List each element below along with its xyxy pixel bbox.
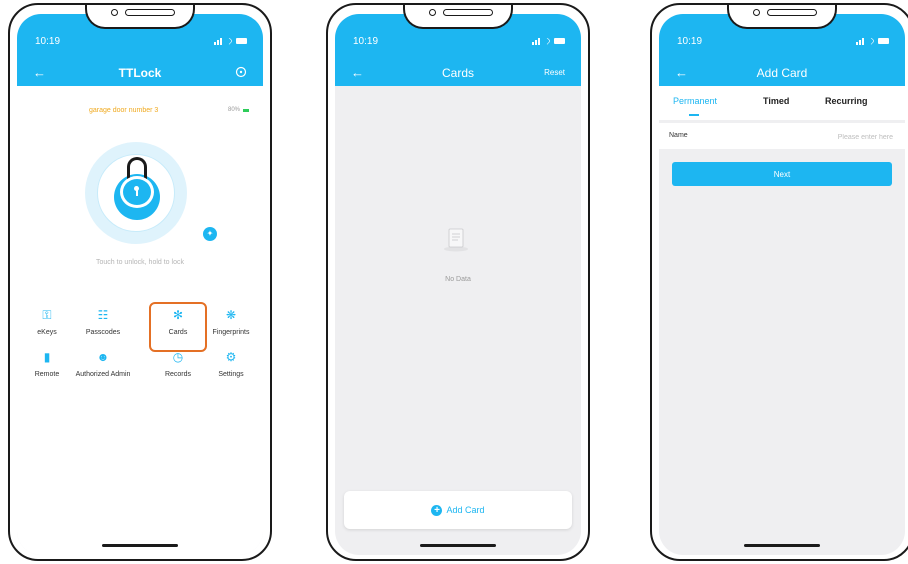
records-icon: ◷ bbox=[172, 350, 184, 364]
home-indicator[interactable] bbox=[420, 544, 496, 547]
screen: 10:19 ← Cards Reset No Data + Add Card bbox=[335, 14, 581, 555]
menu-item-remote[interactable]: ▮ Remote bbox=[19, 350, 75, 378]
battery-level-icon bbox=[243, 108, 249, 112]
fingerprint-icon: ❋ bbox=[225, 308, 237, 322]
tab-timed[interactable]: Timed bbox=[763, 96, 789, 106]
status-time: 10:19 bbox=[353, 36, 379, 47]
wifi-icon bbox=[867, 37, 875, 45]
battery-percent: 80% bbox=[227, 107, 240, 113]
phone-notch bbox=[727, 5, 837, 29]
wifi-icon bbox=[543, 37, 551, 45]
status-time: 10:19 bbox=[35, 36, 61, 47]
lock-battery: 80% bbox=[228, 107, 249, 113]
home-indicator[interactable] bbox=[102, 544, 178, 547]
phone-lock-home: 10:19 ← TTLock garage door number 3 80% … bbox=[8, 3, 272, 561]
key-icon: ⚿ bbox=[42, 308, 52, 322]
keypad-icon: ☷ bbox=[97, 308, 109, 322]
settings-icon: ⚙ bbox=[225, 350, 237, 364]
menu-item-records[interactable]: ◷ Records bbox=[150, 350, 206, 378]
page-title: Add Card bbox=[756, 66, 808, 80]
screen: 10:19 ← TTLock garage door number 3 80% … bbox=[17, 14, 263, 555]
phone-notch bbox=[403, 5, 513, 29]
menu-item-fingerprints[interactable]: ❋ Fingerprints bbox=[203, 308, 259, 336]
reset-button[interactable]: Reset bbox=[544, 68, 565, 77]
name-label: Name bbox=[669, 132, 688, 139]
admin-icon: ☻ bbox=[96, 350, 110, 364]
screen: 10:19 ← Add Card Permanent Timed Recurri… bbox=[659, 14, 905, 555]
no-data-document-icon bbox=[444, 228, 468, 252]
plus-circle-icon: + bbox=[431, 504, 443, 516]
signal-icon bbox=[532, 37, 540, 45]
tab-permanent[interactable]: Permanent bbox=[673, 96, 717, 106]
phone-cards-list: 10:19 ← Cards Reset No Data + Add Card bbox=[326, 3, 590, 561]
unlock-hint: Touch to unlock, hold to lock bbox=[96, 259, 184, 266]
info-icon[interactable] bbox=[235, 66, 247, 78]
card-type-tabs: Permanent Timed Recurring bbox=[659, 86, 905, 120]
home-indicator[interactable] bbox=[744, 544, 820, 547]
status-time: 10:19 bbox=[677, 36, 703, 47]
lock-name: garage door number 3 bbox=[89, 107, 159, 114]
page-title: TTLock bbox=[118, 66, 162, 80]
add-card-button[interactable]: + Add Card bbox=[344, 491, 572, 529]
empty-state-text: No Data bbox=[445, 276, 471, 283]
status-icons bbox=[856, 37, 889, 45]
menu-item-settings[interactable]: ⚙ Settings bbox=[203, 350, 259, 378]
menu-item-authorized-admin[interactable]: ☻ Authorized Admin bbox=[75, 350, 131, 379]
status-icons bbox=[532, 37, 565, 45]
remote-icon: ▮ bbox=[43, 350, 51, 364]
tab-recurring[interactable]: Recurring bbox=[825, 96, 868, 106]
next-button[interactable]: Next bbox=[672, 162, 892, 186]
active-tab-indicator bbox=[689, 114, 699, 116]
gateway-icon[interactable]: ✦ bbox=[203, 227, 217, 241]
name-input[interactable] bbox=[771, 129, 895, 145]
name-row: Name bbox=[659, 123, 905, 149]
signal-icon bbox=[856, 37, 864, 45]
cards-highlight-box bbox=[149, 302, 207, 352]
menu-item-passcodes[interactable]: ☷ Passcodes bbox=[75, 308, 131, 336]
wifi-icon bbox=[225, 37, 233, 45]
add-card-label: Add Card bbox=[446, 505, 485, 515]
status-icons bbox=[214, 37, 247, 45]
menu-item-ekeys[interactable]: ⚿ eKeys bbox=[19, 308, 75, 336]
battery-icon bbox=[236, 38, 247, 44]
signal-icon bbox=[214, 37, 222, 45]
battery-icon bbox=[554, 38, 565, 44]
phone-notch bbox=[85, 5, 195, 29]
battery-icon bbox=[878, 38, 889, 44]
phone-add-card: 10:19 ← Add Card Permanent Timed Recurri… bbox=[650, 3, 908, 561]
